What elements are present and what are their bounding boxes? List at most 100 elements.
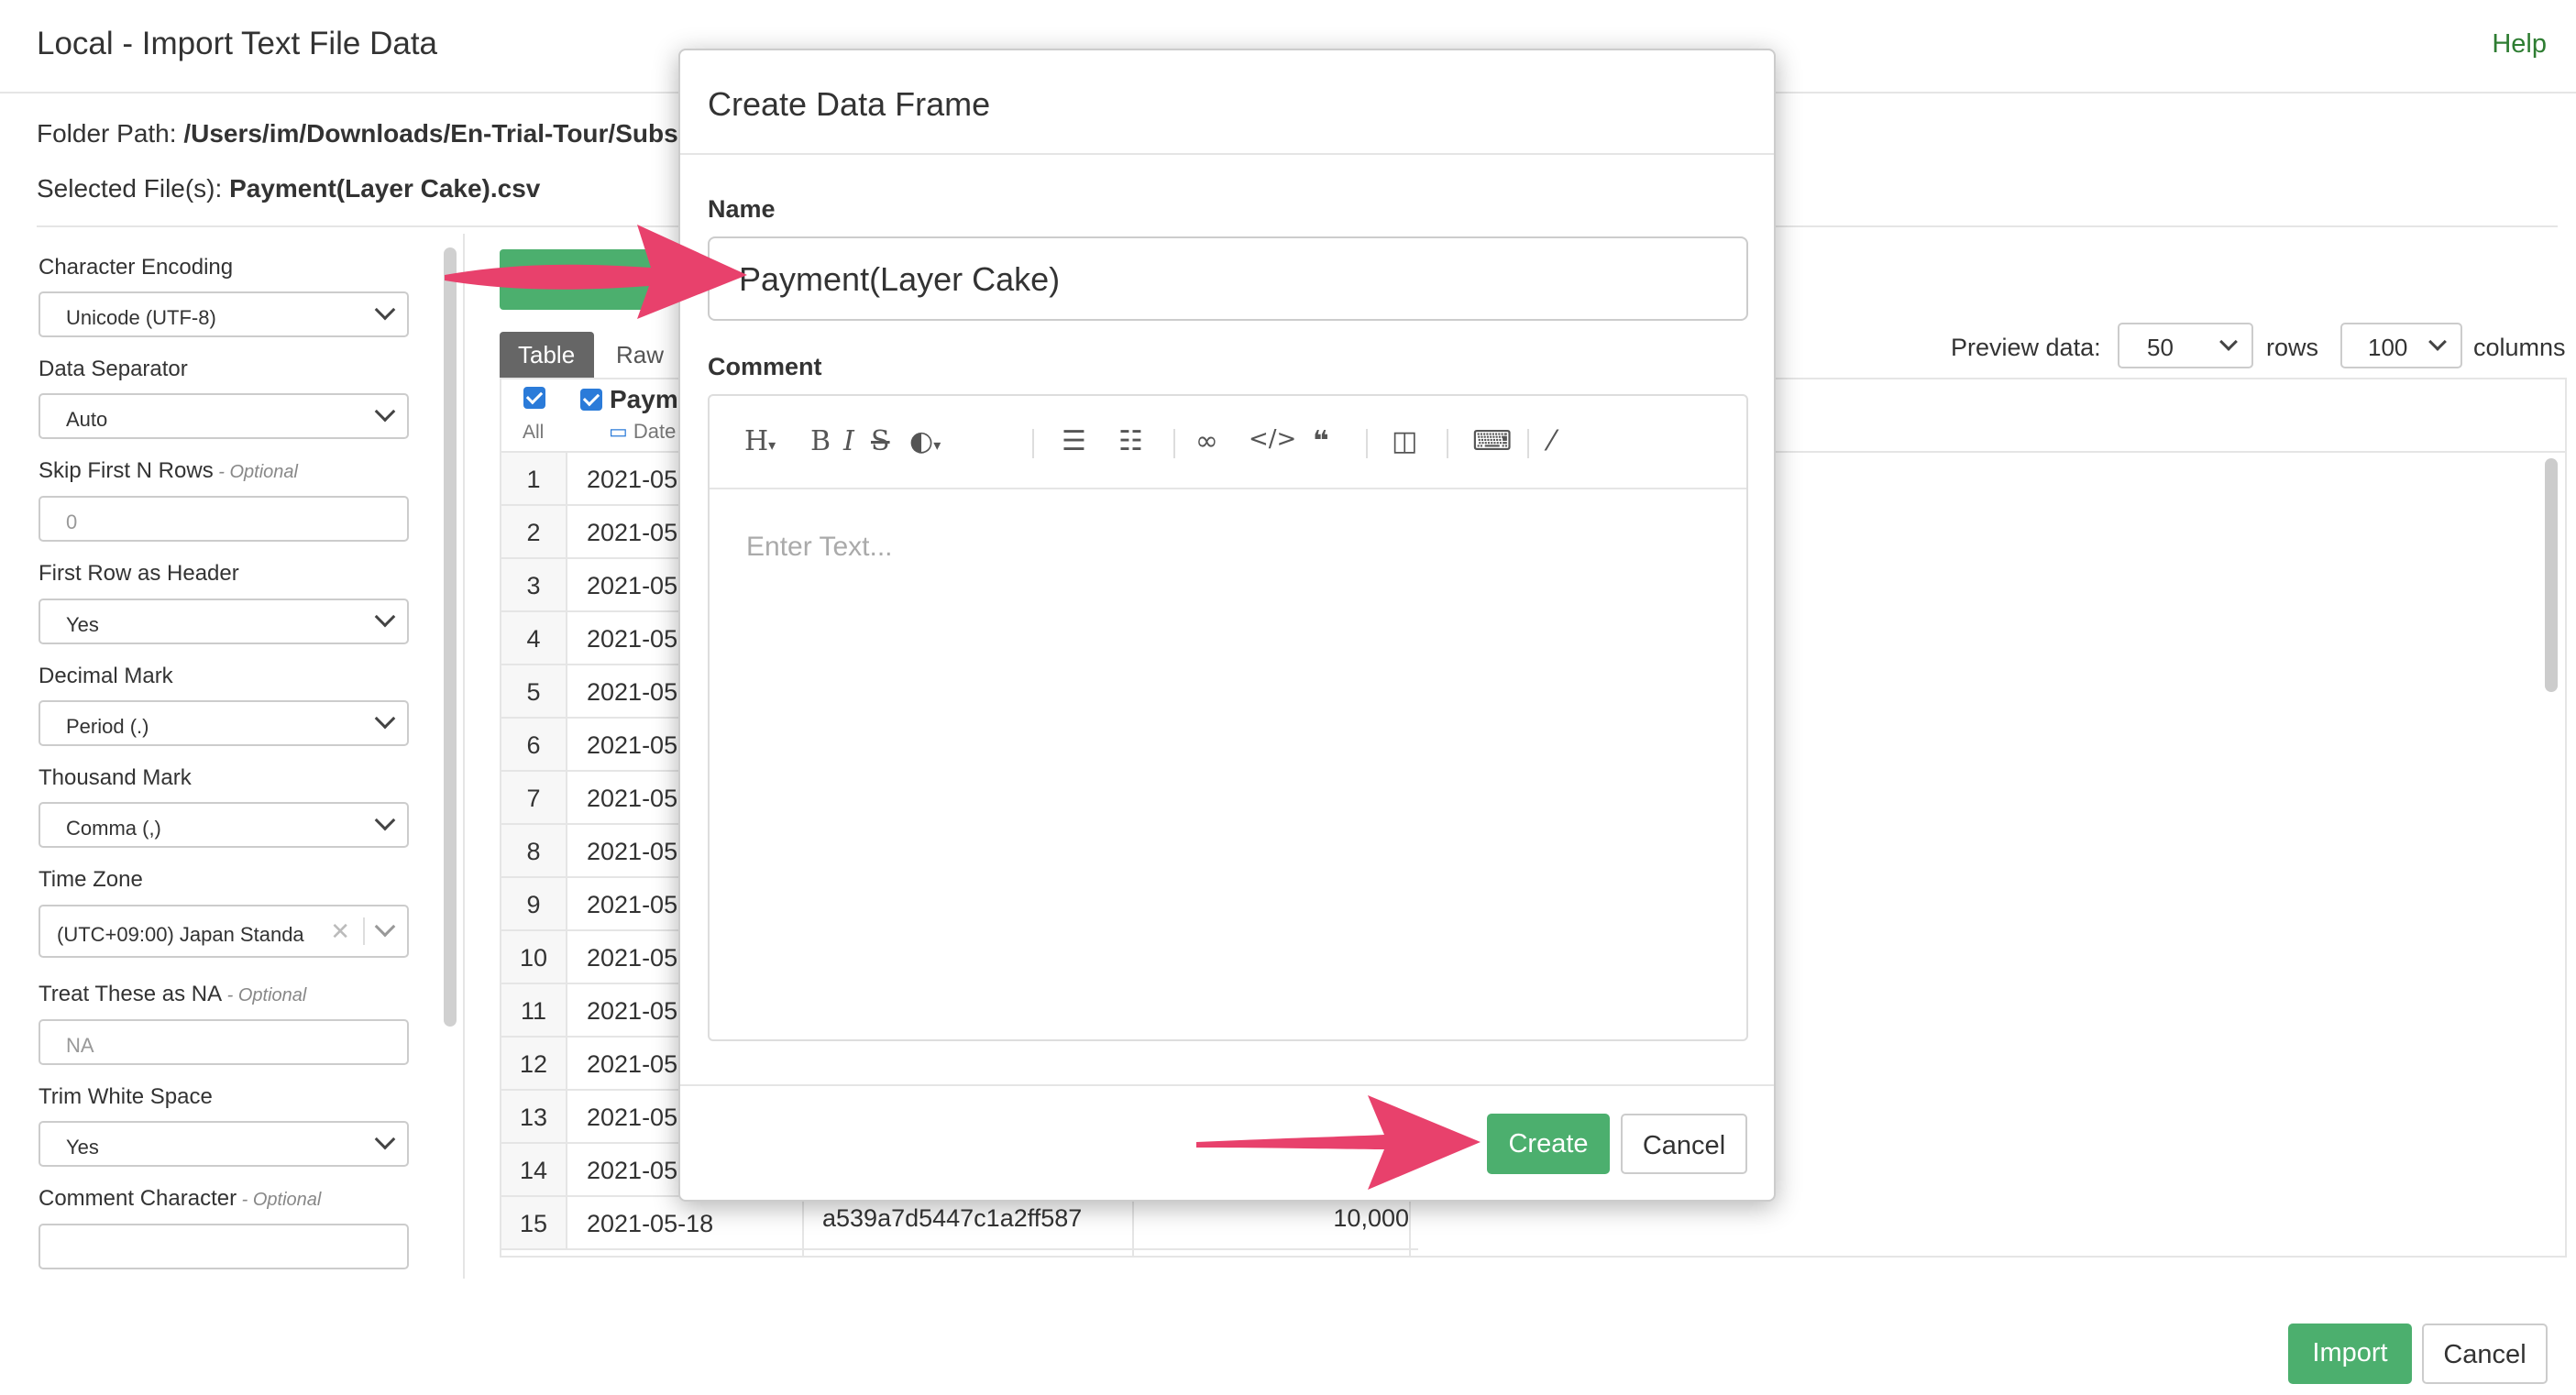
dialog-title: Create Data Frame xyxy=(708,85,991,123)
preview-rows-select[interactable]: 50 xyxy=(2118,323,2253,368)
row-date: 2021-05 xyxy=(587,1157,678,1184)
comment-editor[interactable]: H▾ B I S ◐▾ ☰ ☷ ∞ </> ❝ ◫ ⌨ ⁄ Enter Text… xyxy=(708,394,1748,1041)
numbered-list-icon[interactable]: ☷ xyxy=(1118,425,1143,457)
row-number: 8 xyxy=(501,825,567,878)
first-row-header-select[interactable]: Yes xyxy=(39,599,409,644)
import-button[interactable]: Import xyxy=(2288,1324,2412,1384)
cell-id: a539a7d5447c1a2ff587 xyxy=(822,1204,1083,1232)
row-number: 5 xyxy=(501,665,567,719)
heading-icon[interactable]: H▾ xyxy=(744,425,776,457)
trim-ws-label: Trim White Space xyxy=(39,1084,213,1109)
vertical-divider xyxy=(463,234,465,1279)
optional-hint: - Optional xyxy=(222,985,307,1005)
divider xyxy=(680,153,1774,155)
columns-icon[interactable]: ◫ xyxy=(1392,425,1417,457)
name-input[interactable]: Payment(Layer Cake) xyxy=(708,236,1748,321)
create-button[interactable]: Create xyxy=(1487,1114,1610,1174)
row-number: 10 xyxy=(501,931,567,984)
selected-files-value: Payment(Layer Cake).csv xyxy=(229,174,541,203)
annotation-arrow-name xyxy=(445,225,747,319)
code-icon[interactable]: </> xyxy=(1249,425,1296,453)
row-date: 2021-05-18 xyxy=(587,1210,714,1237)
row-number: 4 xyxy=(501,612,567,665)
data-separator-select[interactable]: Auto xyxy=(39,393,409,439)
thousand-mark-label: Thousand Mark xyxy=(39,765,192,790)
row-date: 2021-05 xyxy=(587,572,678,599)
link-icon[interactable]: ∞ xyxy=(1195,425,1218,457)
preview-rows-value: 50 xyxy=(2147,334,2174,361)
column-header-name: Paym xyxy=(610,385,678,413)
clear-icon[interactable]: ✕ xyxy=(330,917,350,946)
row-number: 15 xyxy=(501,1197,567,1250)
decimal-mark-select[interactable]: Period (.) xyxy=(39,700,409,746)
divider xyxy=(680,1084,1774,1086)
row-date: 2021-05 xyxy=(587,466,678,493)
select-all-checkbox[interactable] xyxy=(523,387,545,409)
cancel-button[interactable]: Cancel xyxy=(2422,1324,2548,1384)
column-type: ▭ Date xyxy=(609,420,676,444)
tab-raw[interactable]: Raw xyxy=(616,341,664,369)
editor-placeholder: Enter Text... xyxy=(746,532,893,562)
row-number: 2 xyxy=(501,506,567,559)
select-separator xyxy=(363,917,365,945)
char-encoding-label: Character Encoding xyxy=(39,255,234,280)
trim-ws-select[interactable]: Yes xyxy=(39,1121,409,1167)
column-checkbox[interactable] xyxy=(580,389,602,411)
table-scrollbar[interactable] xyxy=(2545,458,2558,692)
toolbar-separator xyxy=(1173,429,1175,458)
toolbar-separator xyxy=(1032,429,1034,458)
row-date: 2021-05 xyxy=(587,1050,678,1078)
row-date: 2021-05 xyxy=(587,944,678,972)
row-number: 1 xyxy=(501,453,567,506)
palette-icon[interactable]: ◐▾ xyxy=(909,425,941,457)
preview-data-label: Preview data: xyxy=(1951,334,2101,361)
first-row-header-label: First Row as Header xyxy=(39,561,239,586)
treat-na-input[interactable]: NA xyxy=(39,1019,409,1065)
folder-path: Folder Path: /Users/im/Downloads/En-Tria… xyxy=(37,119,678,148)
trim-ws-value: Yes xyxy=(66,1136,99,1159)
dialog-cancel-button[interactable]: Cancel xyxy=(1621,1114,1747,1174)
page-title: Local - Import Text File Data xyxy=(37,26,438,61)
skip-rows-input[interactable]: 0 xyxy=(39,496,409,542)
time-zone-select[interactable]: (UTC+09:00) Japan Standa ✕ xyxy=(39,905,409,958)
chevron-down-icon xyxy=(2428,333,2447,351)
row-number: 12 xyxy=(501,1038,567,1091)
row-date: 2021-05 xyxy=(587,785,678,812)
keyboard-icon[interactable]: ⌨ xyxy=(1472,425,1512,457)
comment-char-input[interactable] xyxy=(39,1224,409,1269)
preview-cols-select[interactable]: 100 xyxy=(2340,323,2462,368)
char-encoding-value: Unicode (UTF-8) xyxy=(66,306,216,329)
selected-files: Selected File(s): Payment(Layer Cake).cs… xyxy=(37,174,540,203)
thousand-mark-select[interactable]: Comma (,) xyxy=(39,802,409,848)
row-number: 13 xyxy=(501,1091,567,1144)
decimal-mark-label: Decimal Mark xyxy=(39,664,173,688)
row-date: 2021-05 xyxy=(587,891,678,918)
row-date: 2021-05 xyxy=(587,838,678,865)
row-number: 11 xyxy=(501,984,567,1038)
toolbar-separator xyxy=(1527,429,1529,458)
optional-hint: - Optional xyxy=(237,1190,322,1210)
strikethrough-icon[interactable]: S xyxy=(871,425,890,457)
row-date: 2021-05 xyxy=(587,678,678,706)
bold-icon[interactable]: B xyxy=(810,425,831,457)
row-number: 9 xyxy=(501,878,567,931)
magic-wand-icon[interactable]: ⁄ xyxy=(1549,425,1554,457)
help-link[interactable]: Help xyxy=(2492,29,2547,60)
rows-label: rows xyxy=(2266,334,2319,361)
bullet-list-icon[interactable]: ☰ xyxy=(1062,425,1086,457)
tab-table[interactable]: Table xyxy=(500,332,594,378)
annotation-arrow-create xyxy=(1196,1095,1481,1190)
calendar-icon: ▭ xyxy=(609,420,628,443)
sidebar-scrollbar[interactable] xyxy=(444,247,457,1027)
row-date: 2021-05 xyxy=(587,731,678,759)
row-date: 2021-05 xyxy=(587,997,678,1025)
first-row-header-value: Yes xyxy=(66,613,99,636)
chevron-down-icon xyxy=(374,916,396,938)
row-number: 14 xyxy=(501,1144,567,1197)
skip-rows-label: Skip First N Rows - Optional xyxy=(39,458,298,484)
quote-icon[interactable]: ❝ xyxy=(1313,425,1329,457)
folder-path-value: /Users/im/Downloads/En-Trial-Tour/Subs xyxy=(183,119,678,148)
italic-icon[interactable]: I xyxy=(843,425,854,457)
chevron-down-icon xyxy=(2219,333,2238,351)
char-encoding-select[interactable]: Unicode (UTF-8) xyxy=(39,291,409,337)
